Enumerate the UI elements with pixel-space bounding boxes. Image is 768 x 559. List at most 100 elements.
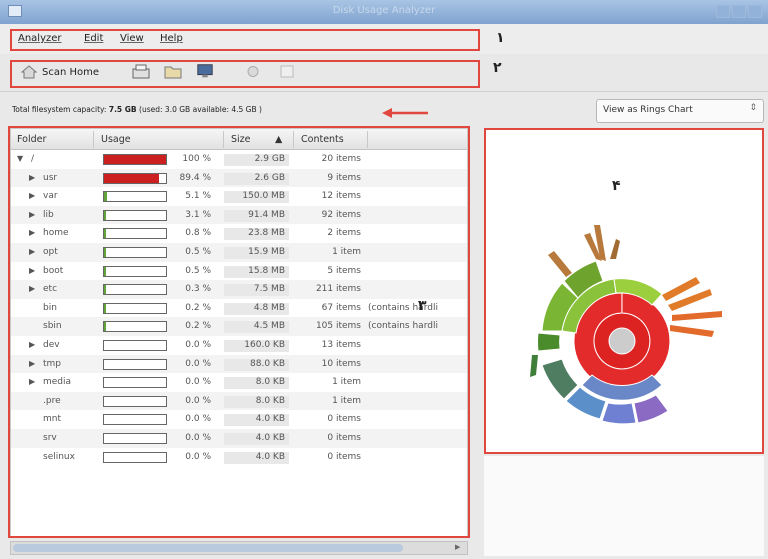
usage-bar-fill (104, 192, 108, 202)
folder-size: 23.8 MB (224, 228, 289, 241)
available-value: 4.5 GB ) (231, 105, 262, 114)
column-size[interactable]: Size (231, 134, 251, 145)
capacity-label: Total filesystem capacity: (12, 105, 107, 114)
usage-percent: 0.0 % (185, 358, 211, 369)
usage-bar (103, 451, 167, 463)
menu-analyzer[interactable]: Analyzer (18, 33, 62, 44)
tree-header: Folder Usage Size ▲ Contents (11, 129, 467, 150)
folder-contents: 1 item (332, 395, 361, 406)
expander-icon[interactable]: ▶ (29, 210, 35, 219)
expander-icon[interactable]: ▶ (29, 284, 35, 293)
column-contents[interactable]: Contents (301, 134, 344, 145)
folder-size: 2.6 GB (224, 172, 289, 185)
tree-row[interactable]: bin 0.2 % 4.8 MB 67 items (contains hardli (11, 299, 467, 318)
expander-icon[interactable]: ▶ (29, 377, 35, 386)
tree-row[interactable]: ▶ boot 0.5 % 15.8 MB 5 items (11, 262, 467, 281)
usage-percent: 0.0 % (185, 414, 211, 425)
usage-percent: 0.2 % (185, 302, 211, 313)
folder-contents: 0 items (327, 414, 361, 425)
expander-icon[interactable]: ▶ (29, 266, 35, 275)
folder-name: mnt (43, 414, 61, 425)
menu-edit[interactable]: Edit (84, 33, 103, 44)
view-mode-select[interactable]: View as Rings Chart ⇕ (596, 99, 764, 123)
minimize-icon[interactable] (716, 5, 730, 18)
folder-note: (contains hardli (368, 321, 438, 332)
folder-size: 88.0 KB (224, 358, 289, 371)
scan-filesystem-icon[interactable] (132, 63, 150, 80)
expander-icon[interactable]: ▶ (29, 173, 35, 182)
tree-row[interactable]: mnt 0.0 % 4.0 KB 0 items (11, 410, 467, 429)
rings-chart-graphic (530, 225, 722, 425)
tree-row[interactable]: selinux 0.0 % 4.0 KB 0 items (11, 448, 467, 467)
expander-icon[interactable]: ▶ (29, 340, 35, 349)
annotation-3: ٣ (418, 298, 427, 314)
tree-row[interactable]: ▶ opt 0.5 % 15.9 MB 1 item (11, 243, 467, 262)
tree-row[interactable]: ▶ media 0.0 % 8.0 KB 1 item (11, 373, 467, 392)
horizontal-scrollbar[interactable]: ▶ (10, 541, 468, 555)
usage-percent: 0.3 % (185, 284, 211, 295)
expander-icon[interactable]: ▶ (29, 191, 35, 200)
folder-contents: 10 items (321, 358, 361, 369)
scan-home-button[interactable]: Scan Home (20, 62, 99, 82)
menu-bar: Analyzer Edit View Help (0, 24, 768, 54)
tree-row[interactable]: ▶ home 0.8 % 23.8 MB 2 items (11, 224, 467, 243)
close-icon[interactable] (748, 5, 762, 18)
usage-bar-fill (104, 155, 166, 164)
folder-tree: Folder Usage Size ▲ Contents ▼ / 100 % 2.9 … (10, 128, 468, 538)
refresh-icon[interactable] (278, 63, 296, 80)
expander-icon[interactable]: ▶ (29, 228, 35, 237)
folder-name: opt (43, 247, 58, 257)
stop-icon[interactable] (244, 63, 262, 80)
usage-bar (103, 377, 167, 389)
folder-contents: 0 items (327, 451, 361, 462)
folder-size: 8.0 KB (224, 395, 289, 408)
menu-help[interactable]: Help (160, 33, 183, 44)
maximize-icon[interactable] (732, 5, 746, 18)
tree-row[interactable]: ▶ dev 0.0 % 160.0 KB 13 items (11, 336, 467, 355)
usage-bar (103, 247, 167, 258)
expander-icon[interactable]: ▶ (29, 359, 35, 368)
menu-view[interactable]: View (120, 33, 144, 44)
folder-contents: 211 items (315, 284, 361, 295)
scan-remote-icon[interactable] (196, 63, 214, 80)
usage-bar (103, 228, 167, 240)
annotation-2: ٢ (493, 60, 502, 76)
usage-bar-fill (104, 210, 107, 220)
tree-row[interactable]: sbin 0.2 % 4.5 MB 105 items (contains hardli (11, 317, 467, 336)
folder-contents: 5 items (327, 265, 361, 276)
usage-bar (103, 209, 167, 221)
rings-chart[interactable] (484, 128, 764, 454)
arrow-icon (382, 108, 428, 118)
tree-row[interactable]: ▼ / 100 % 2.9 GB 20 items (11, 150, 467, 169)
scan-folder-icon[interactable] (164, 63, 182, 80)
scroll-right-icon[interactable]: ▶ (455, 543, 465, 553)
tree-row[interactable]: .pre 0.0 % 8.0 KB 1 item (11, 391, 467, 411)
view-mode-value: View as Rings Chart (603, 105, 693, 115)
folder-size: 4.0 KB (224, 433, 289, 445)
tree-row[interactable]: ▶ usr 89.4 % 2.6 GB 9 items (11, 168, 467, 188)
folder-contents: 2 items (327, 228, 361, 239)
folder-name: tmp (43, 358, 62, 369)
column-usage[interactable]: Usage (101, 134, 131, 145)
folder-name: bin (43, 302, 57, 313)
usage-percent: 0.8 % (185, 228, 211, 239)
usage-percent: 3.1 % (185, 209, 211, 220)
tree-row[interactable]: srv 0.0 % 4.0 KB 0 items (11, 429, 467, 448)
usage-bar-fill (104, 266, 107, 276)
folder-size: 7.5 MB (224, 284, 289, 297)
usage-bar (103, 395, 167, 407)
scrollbar-thumb[interactable] (13, 544, 403, 552)
tree-row[interactable]: ▶ var 5.1 % 150.0 MB 12 items (11, 187, 467, 206)
folder-size: 15.8 MB (224, 265, 289, 278)
expander-icon[interactable]: ▶ (29, 247, 35, 256)
usage-percent: 5.1 % (185, 191, 211, 202)
expander-icon[interactable]: ▼ (17, 154, 23, 163)
capacity-status: Total filesystem capacity: 7.5 GB (used:… (12, 105, 262, 114)
tree-row[interactable]: ▶ tmp 0.0 % 88.0 KB 10 items (11, 354, 467, 374)
tree-row[interactable]: ▶ etc 0.3 % 7.5 MB 211 items (11, 280, 467, 299)
tree-row[interactable]: ▶ lib 3.1 % 91.4 MB 92 items (11, 205, 467, 225)
usage-bar-fill (104, 303, 107, 313)
folder-name: srv (43, 433, 57, 443)
column-folder[interactable]: Folder (17, 134, 46, 145)
folder-name: selinux (43, 451, 75, 462)
